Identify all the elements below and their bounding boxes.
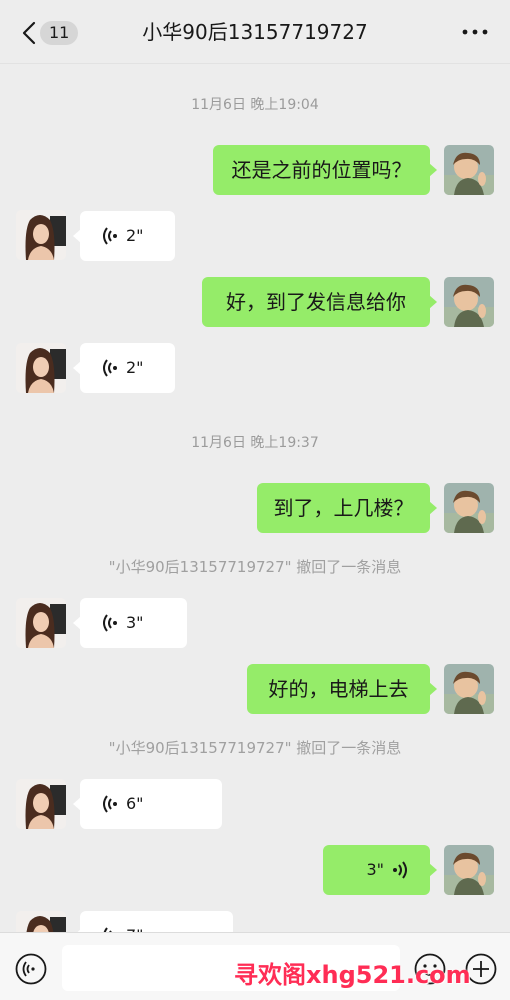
voice-wave-icon [103,614,117,632]
voice-duration: 3" [366,860,384,879]
outgoing-text-message[interactable]: 好，到了发信息给你 [202,277,437,327]
chat-header: 11 小华90后13157719727 [0,0,510,64]
timestamp: 11月6日 晚上19:37 [191,435,319,451]
more-dots-icon[interactable] [460,20,490,44]
voice-wave-icon [103,227,117,245]
contact-avatar[interactable] [16,779,66,829]
contact-avatar[interactable] [16,210,66,260]
recall-notice: "小华90后13157719727" 撤回了一条消息 [108,739,402,757]
my-avatar[interactable] [444,145,494,195]
incoming-voice-message[interactable]: 2" [73,343,175,393]
voice-wave-icon [103,359,117,377]
voice-duration: 2" [126,226,144,245]
unread-count-badge: 11 [40,21,79,45]
my-avatar[interactable] [444,664,494,714]
my-avatar[interactable] [444,277,494,327]
my-avatar[interactable] [444,483,494,533]
incoming-voice-message[interactable]: 3" [73,598,187,648]
voice-mode-icon[interactable] [15,953,47,985]
incoming-voice-message[interactable]: 6" [73,779,222,829]
outgoing-text-message[interactable]: 还是之前的位置吗？ [213,145,437,195]
voice-duration: 2" [126,358,144,377]
outgoing-voice-message[interactable]: 3" [323,845,437,895]
outgoing-text-message[interactable]: 到了，上几楼？ [257,483,437,533]
voice-wave-icon [103,795,117,813]
recall-notice: "小华90后13157719727" 撤回了一条消息 [108,558,402,576]
contact-avatar[interactable] [16,343,66,393]
voice-duration: 6" [126,794,144,813]
chat-title: 小华90后13157719727 [142,20,368,44]
contact-avatar[interactable] [16,598,66,648]
outgoing-text-message[interactable]: 好的，电梯上去 [247,664,437,714]
voice-duration: 3" [126,613,144,632]
my-avatar[interactable] [444,845,494,895]
voice-wave-icon [393,861,407,879]
back-button[interactable]: 11 [18,18,79,48]
watermark-text: 寻欢阁xhg521.com [234,961,471,989]
timestamp: 11月6日 晚上19:04 [191,97,319,113]
incoming-voice-message[interactable]: 2" [73,211,175,261]
